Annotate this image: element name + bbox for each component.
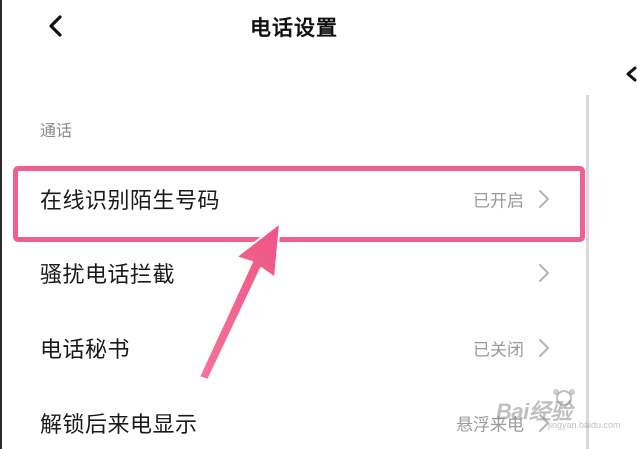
row-label: 解锁后来电显示: [40, 413, 198, 438]
phone-settings-screen: 电话设置 通话 在线识别陌生号码 已开启 骚扰电话拦截 电话秘书 已关闭 解锁后…: [0, 0, 637, 449]
adjacent-screen-peek: [600, 0, 637, 449]
page-title: 电话设置: [250, 16, 338, 40]
row-status: 已开启: [473, 191, 524, 212]
watermark-url: jingyan.baidu.com: [548, 420, 621, 430]
row-call-secretary[interactable]: 电话秘书 已关闭: [2, 313, 586, 383]
row-harassment-call-block[interactable]: 骚扰电话拦截: [2, 238, 586, 308]
top-bar: 电话设置: [2, 0, 586, 62]
chevron-right-icon: [539, 190, 549, 208]
row-online-identify-stranger[interactable]: 在线识别陌生号码 已开启: [2, 164, 586, 234]
row-label: 电话秘书: [40, 338, 131, 363]
section-label-calls: 通话: [40, 121, 73, 140]
chevron-right-icon: [539, 264, 549, 282]
row-label: 在线识别陌生号码: [40, 189, 221, 214]
row-status: 已关闭: [473, 340, 524, 361]
chevron-left-icon: [626, 66, 637, 82]
chevron-right-icon: [539, 339, 549, 357]
row-label: 骚扰电话拦截: [40, 263, 176, 288]
scrollbar-track: [586, 95, 589, 449]
